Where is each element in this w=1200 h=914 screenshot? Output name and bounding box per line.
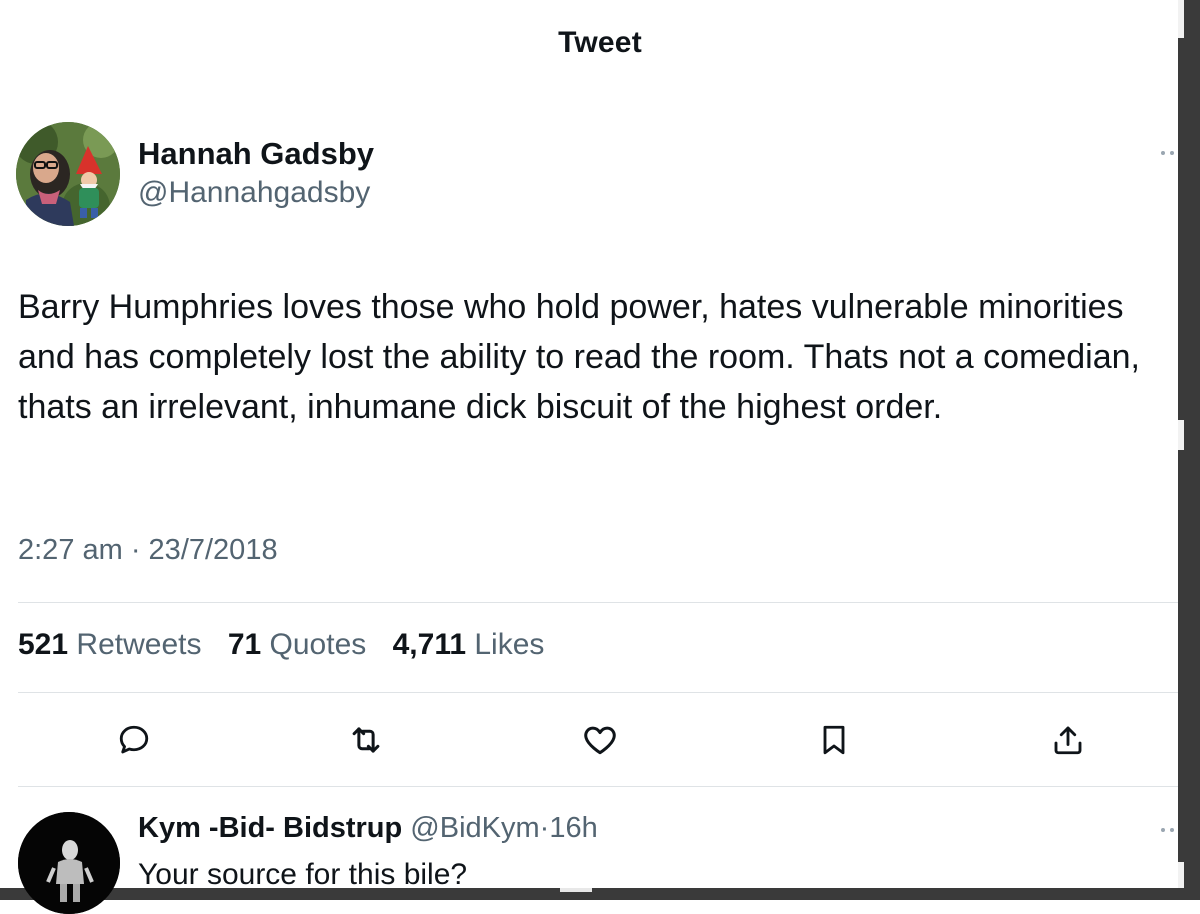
speech-bubble-icon (116, 722, 152, 763)
author-handle[interactable]: @Hannahgadsby (138, 176, 370, 210)
reply-author-avatar[interactable] (18, 812, 120, 914)
quotes-label: Quotes (269, 628, 367, 661)
retweet-arrows-icon (347, 721, 385, 764)
quotes-count: 71 (227, 628, 262, 661)
more-options-icon[interactable] (1158, 148, 1180, 158)
retweets-stat[interactable]: 521 Retweets (18, 628, 219, 661)
page-title: Tweet (558, 26, 642, 59)
share-upload-icon (1050, 722, 1086, 763)
likes-label: Likes (474, 628, 545, 661)
reply-author-name[interactable]: Kym -Bid- Bidstrup (138, 812, 402, 844)
reply-author-handle[interactable]: @BidKym (410, 812, 539, 844)
reply-time[interactable]: 16h (549, 812, 597, 844)
bookmark-icon (816, 722, 852, 763)
retweets-label: Retweets (76, 628, 202, 661)
reply-button[interactable] (114, 722, 154, 762)
heart-icon (581, 721, 619, 764)
bookmark-button[interactable] (814, 722, 854, 762)
divider (18, 602, 1178, 603)
reply-separator: · (539, 812, 550, 844)
more-options-icon[interactable] (1158, 825, 1180, 835)
like-button[interactable] (580, 722, 620, 762)
retweets-count: 521 (18, 628, 69, 661)
divider (18, 692, 1178, 693)
likes-count: 4,711 (392, 628, 467, 661)
author-name[interactable]: Hannah Gadsby (138, 136, 374, 172)
window-frame-edge (1178, 0, 1200, 900)
reply-header: Kym -Bid- Bidstrup @BidKym·16h (138, 812, 598, 845)
retweet-button[interactable] (346, 722, 386, 762)
author-avatar[interactable] (16, 122, 120, 226)
tweet-timestamp[interactable]: 2:27 am · 23/7/2018 (18, 534, 278, 567)
quotes-stat[interactable]: 71 Quotes (228, 628, 384, 661)
tweet-stats: 521 Retweets 71 Quotes 4,711 Likes (18, 628, 562, 662)
tweet-text: Barry Humphries loves those who hold pow… (18, 288, 1140, 426)
share-button[interactable] (1048, 722, 1088, 762)
reply-text: Your source for this bile? (138, 858, 468, 891)
likes-stat[interactable]: 4,711 Likes (393, 628, 563, 661)
divider (18, 786, 1178, 787)
